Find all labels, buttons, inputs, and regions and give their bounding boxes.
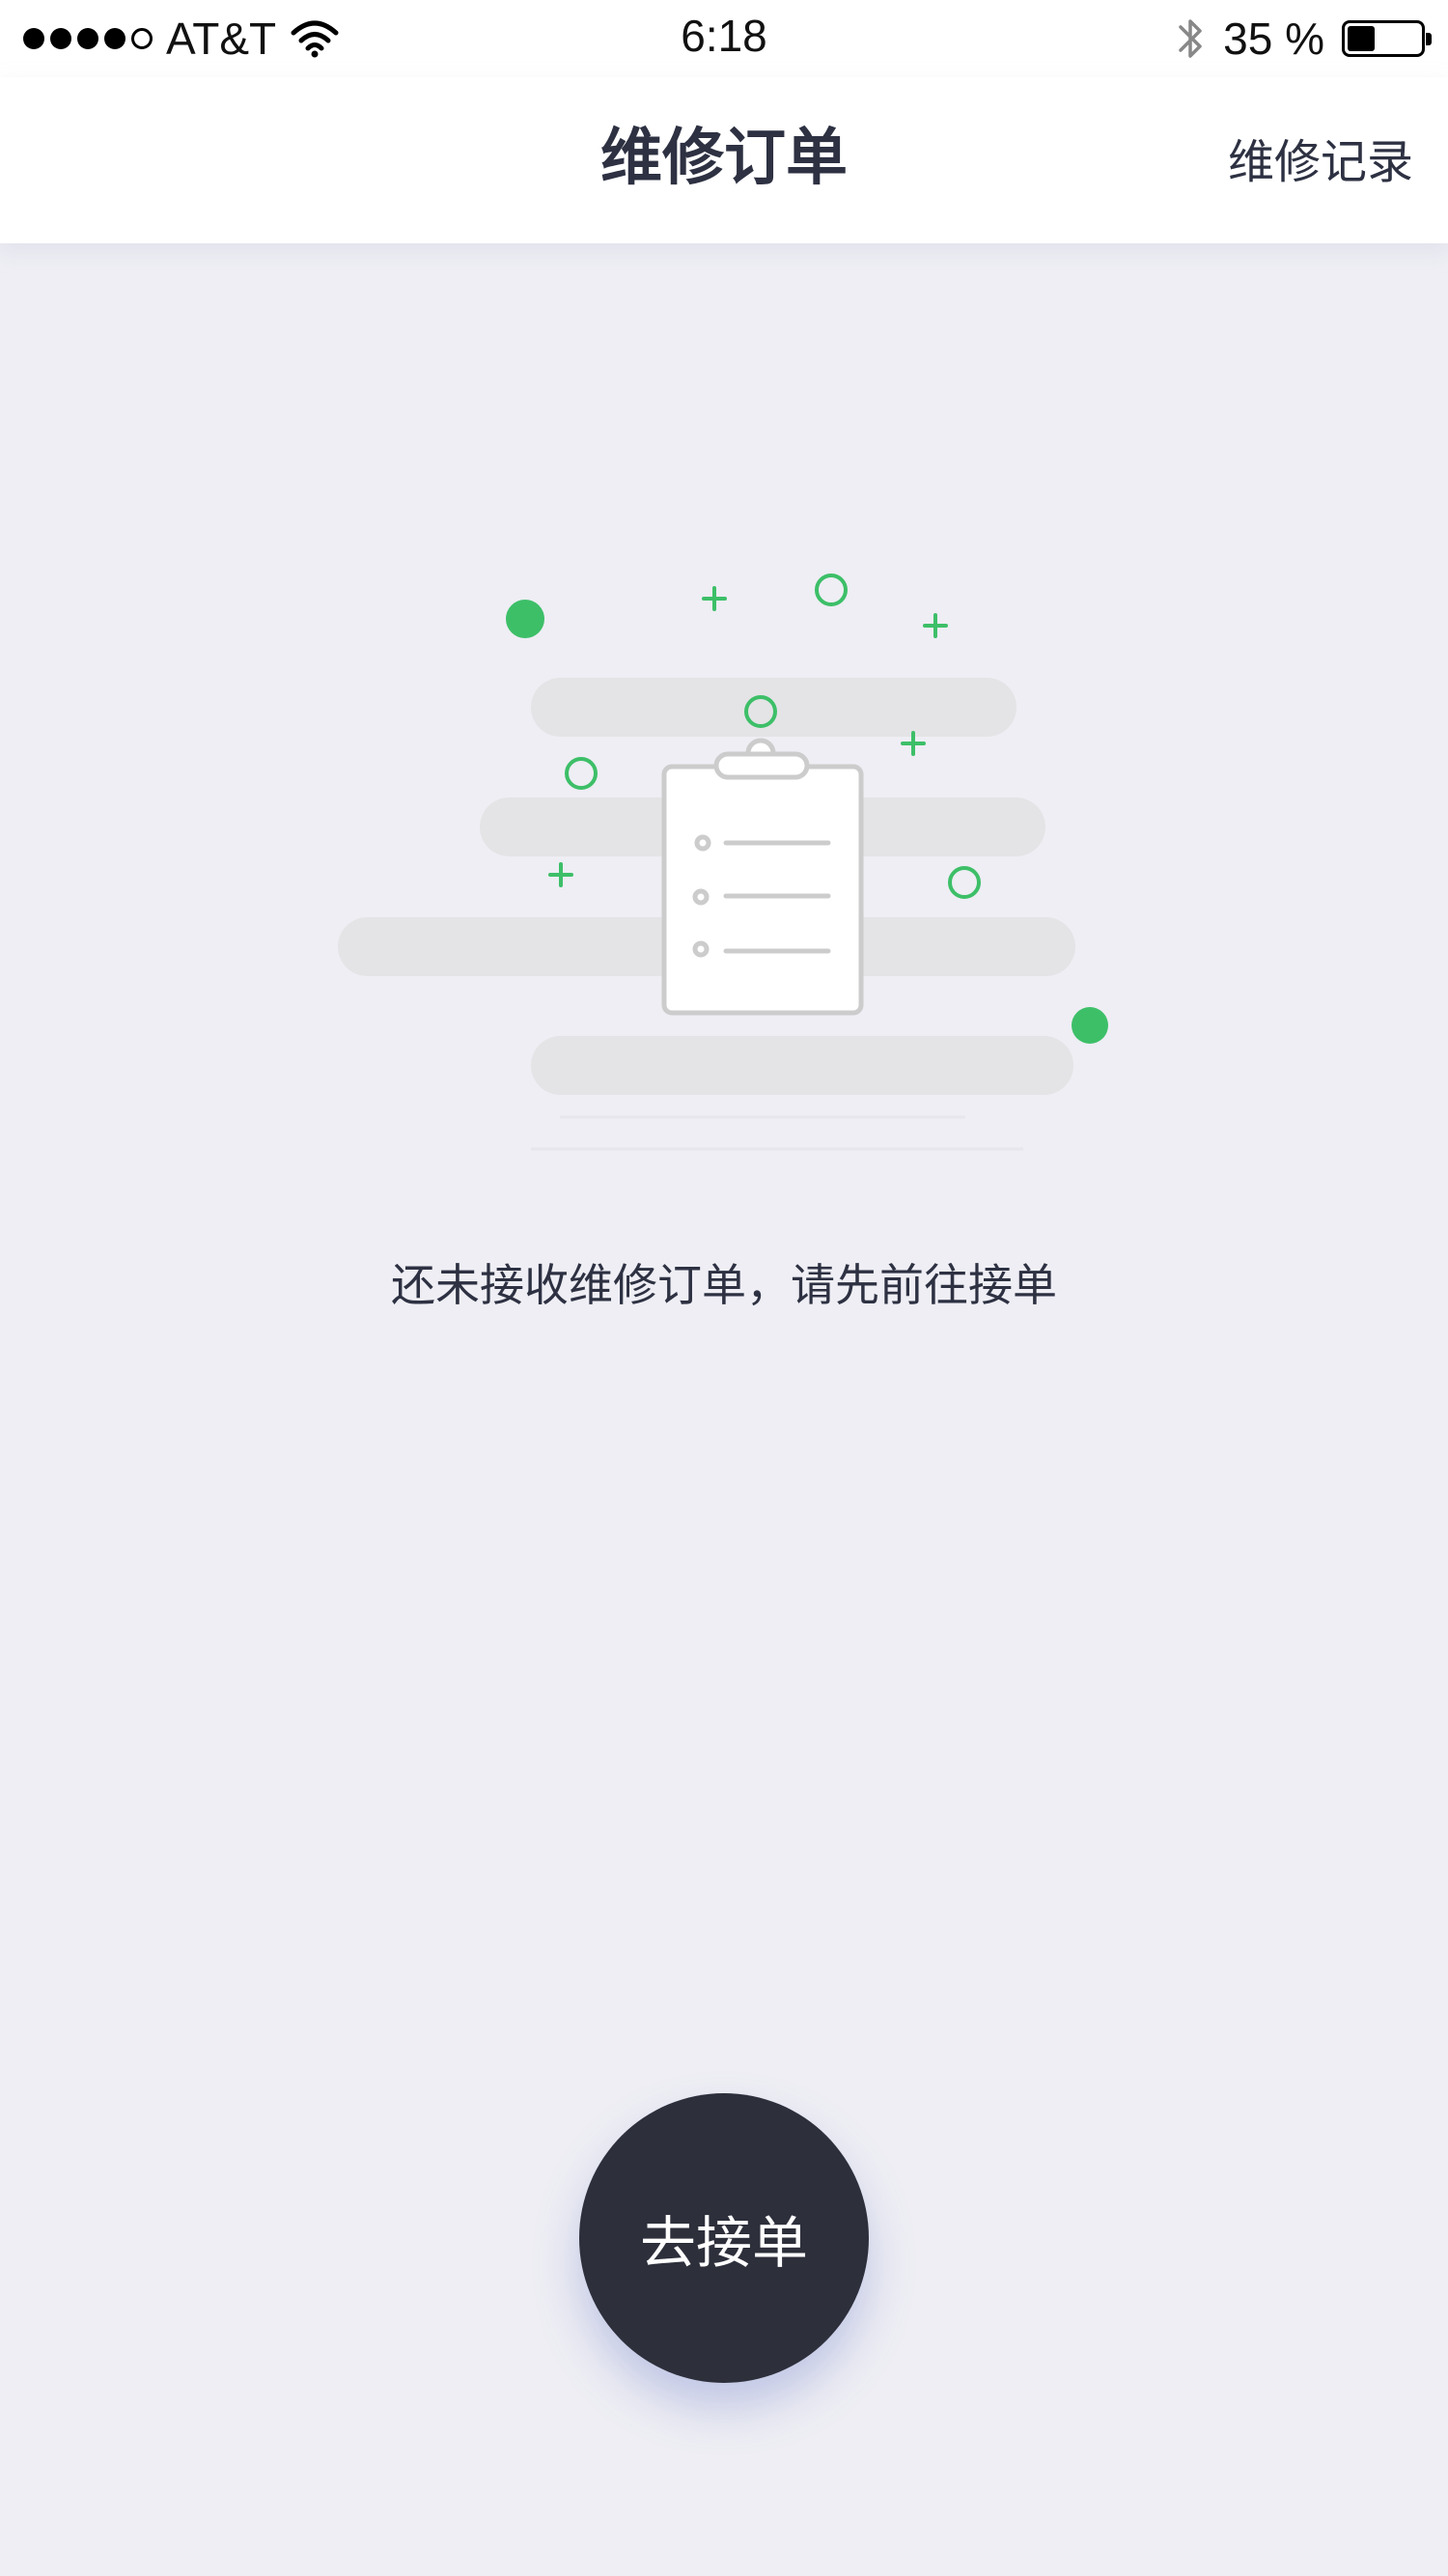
battery-fill [1348, 26, 1375, 51]
clipboard-illustration [338, 574, 1108, 1151]
bluetooth-icon [1179, 19, 1202, 58]
battery-icon [1342, 20, 1432, 57]
empty-state-message: 还未接收维修订单，请先前往接单 [391, 1259, 1057, 1311]
accept-orders-button[interactable]: 去接单 [579, 2093, 869, 2383]
status-right: 35 % [1177, 12, 1432, 66]
status-bar: AT&T 6:18 35 % [0, 0, 1448, 77]
battery-percent: 35 % [1223, 14, 1324, 64]
ground-lines [531, 1115, 1023, 1151]
navigation-bar: 维修订单 维修记录 [0, 77, 1448, 243]
battery-nub [1426, 33, 1432, 45]
repair-records-button[interactable]: 维修记录 [1228, 124, 1413, 191]
clipboard-icon [661, 738, 864, 1016]
